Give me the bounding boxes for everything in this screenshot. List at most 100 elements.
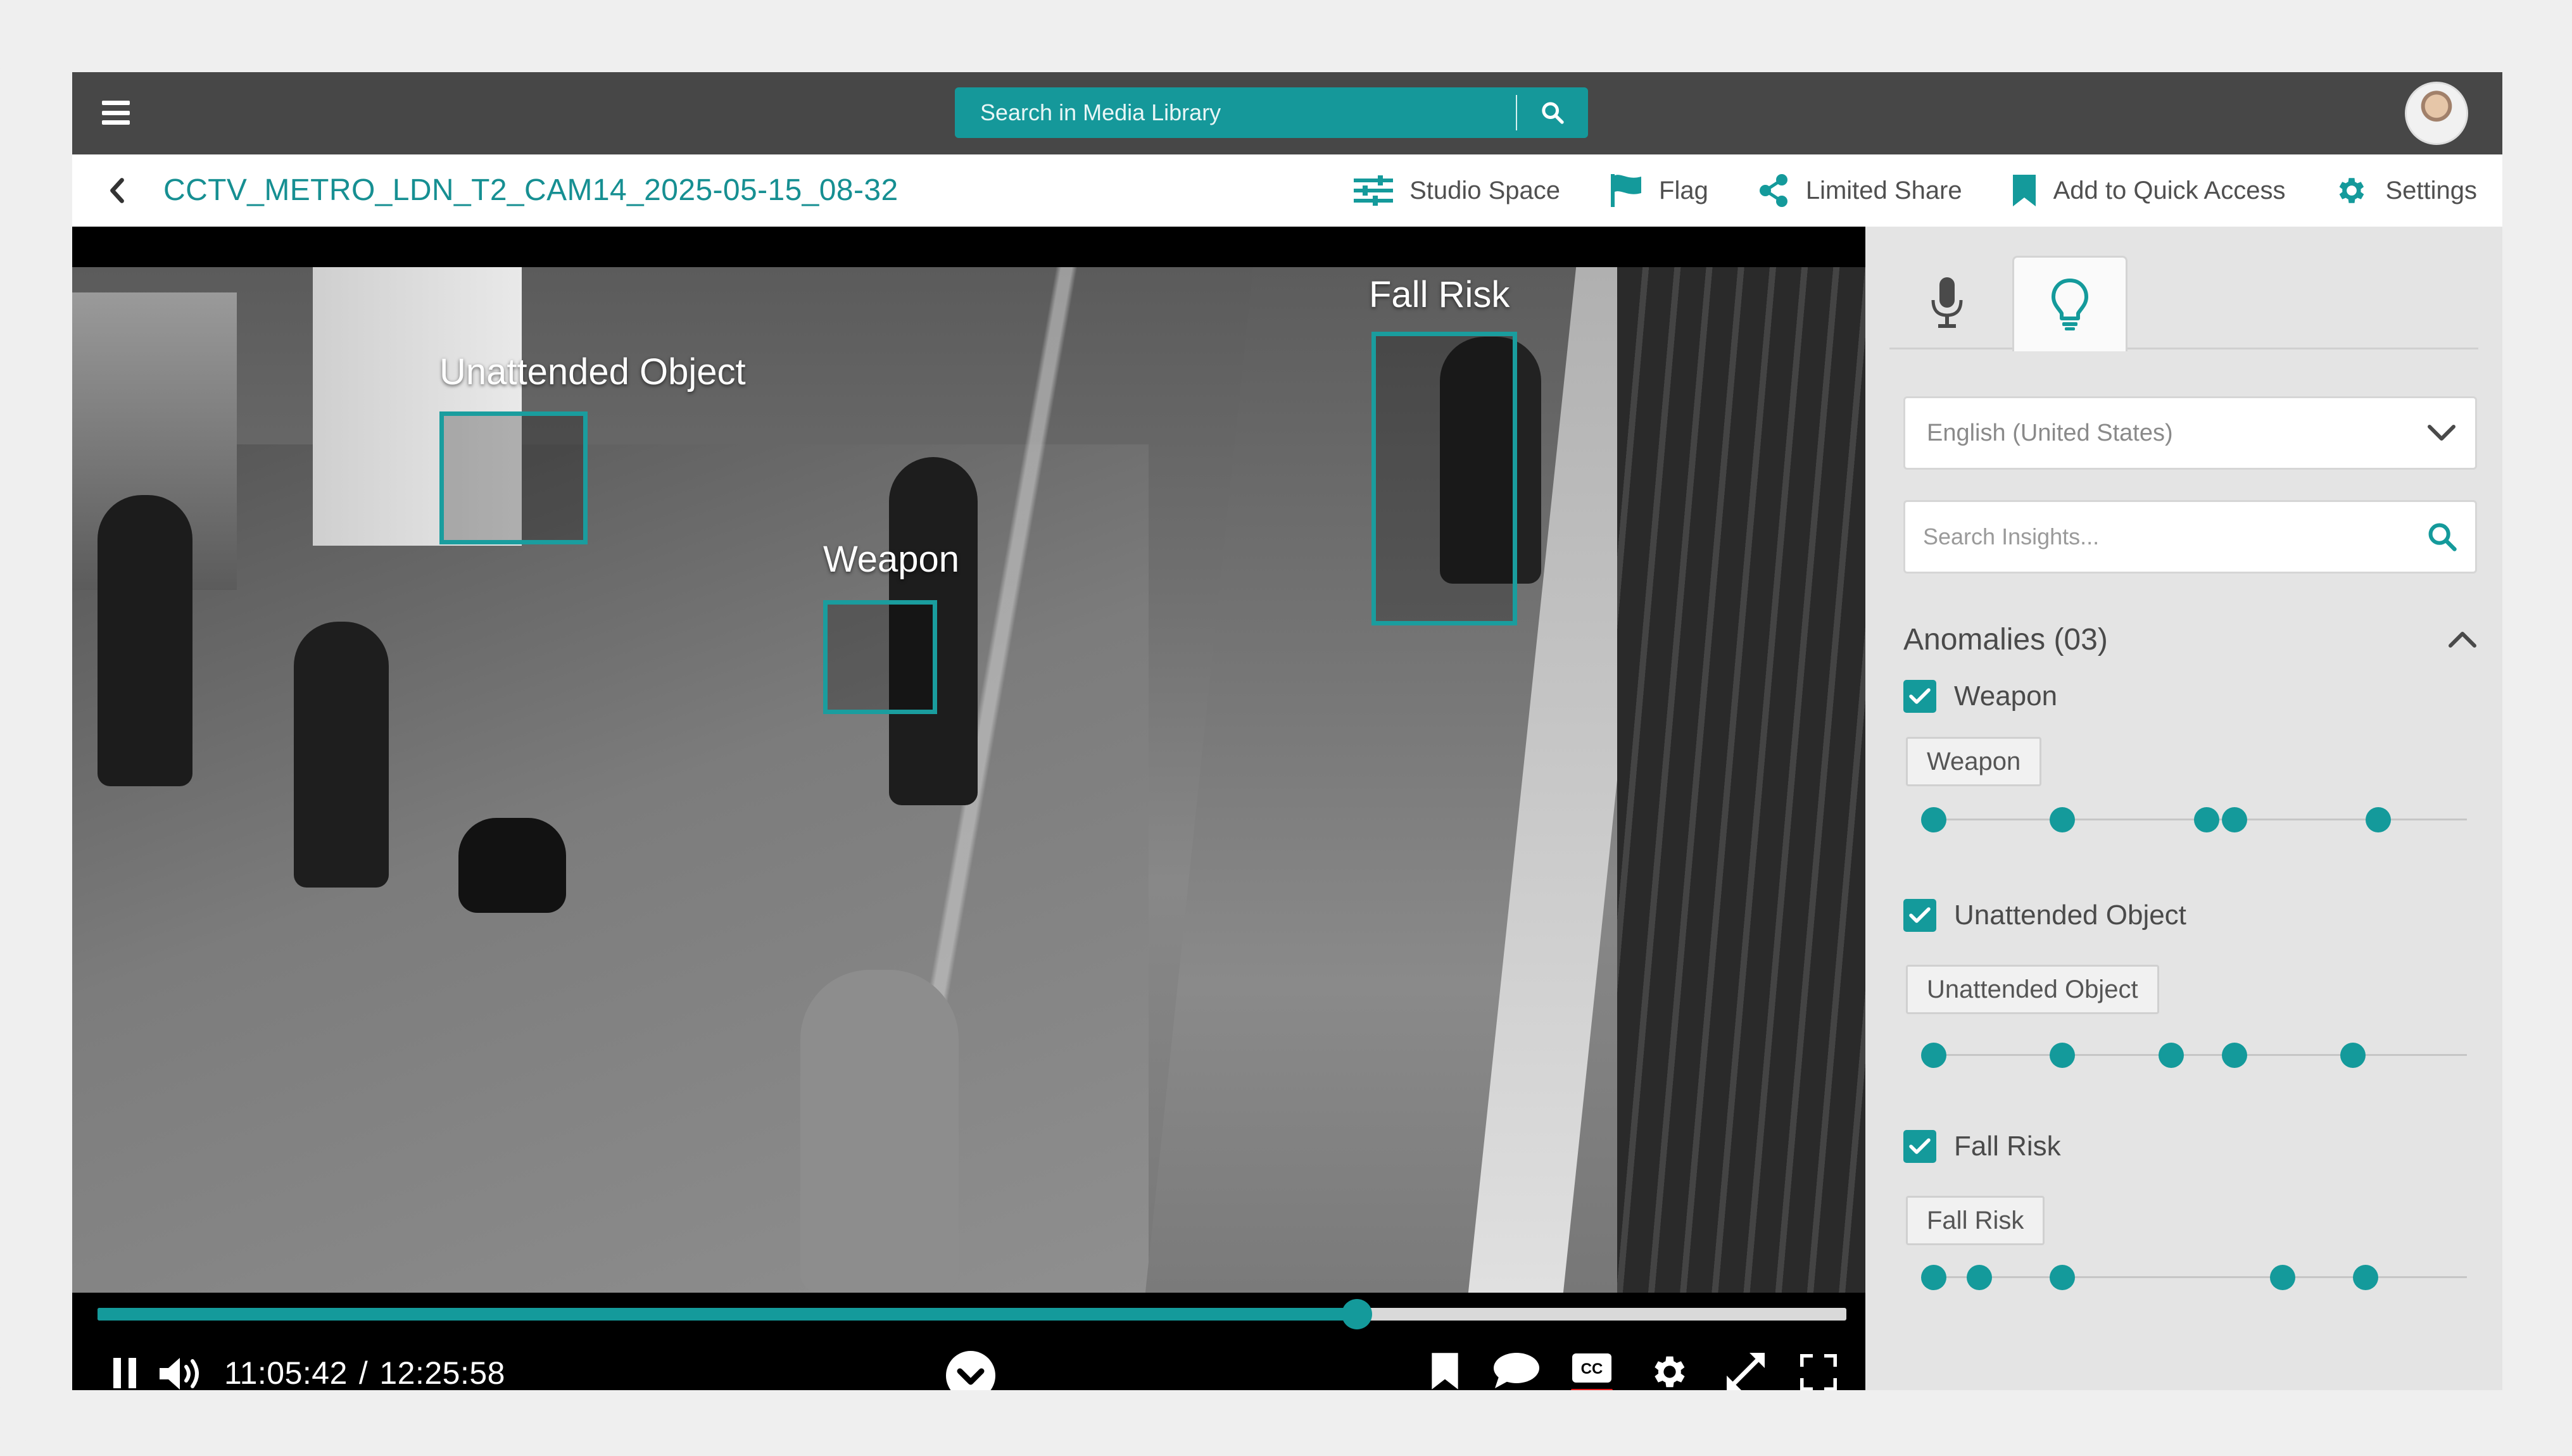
weapon-name: Weapon [1954,681,2058,712]
comment-icon [1494,1353,1539,1388]
pause-icon [113,1358,136,1388]
person-2 [98,495,192,786]
anomaly-category-unattended: Unattended Object Unattended Object [1903,896,2477,1074]
detection-label-unattended: Unattended Object [439,351,746,392]
timeline-marker[interactable] [2194,807,2220,832]
insights-panel: English (United States) Anomalies (03) [1865,227,2502,1390]
language-select[interactable]: English (United States) [1903,396,2477,470]
timeline-marker[interactable] [2222,807,2248,832]
flag-icon [1611,174,1642,207]
fall-risk-checkbox[interactable] [1903,1130,1936,1163]
timeline-marker[interactable] [2050,1265,2076,1290]
weapon-timeline[interactable] [1903,806,2477,832]
unattended-chip[interactable]: Unattended Object [1906,965,2159,1014]
checkmark-icon [1909,1138,1931,1154]
detection-box-weapon[interactable] [823,600,937,714]
svg-text:CC: CC [1581,1360,1603,1378]
timeline-marker[interactable] [2352,1265,2378,1290]
timeline-marker[interactable] [2270,1265,2296,1290]
title-actions: Studio Space Flag Limited Share Add to Q… [1354,154,2477,227]
timeline-line [1922,1054,2467,1056]
anomalies-header[interactable]: Anomalies (03) [1903,615,2477,663]
chevron-up-icon[interactable] [2448,630,2477,649]
timeline-marker[interactable] [2050,807,2076,832]
weapon-chip[interactable]: Weapon [1906,737,2042,786]
settings-button[interactable]: Settings [2335,173,2477,208]
lightbulb-icon [2052,279,2088,330]
media-search-input[interactable] [955,87,1516,138]
seek-progress [98,1308,1357,1321]
video-player[interactable]: Unattended Object Weapon Fall Risk 11:05… [72,227,1865,1390]
fall-risk-chip[interactable]: Fall Risk [1906,1196,2045,1245]
timeline-marker[interactable] [2159,1043,2184,1068]
timeline-marker[interactable] [2050,1043,2076,1068]
search-button[interactable] [1517,87,1588,138]
detection-box-fall-risk[interactable] [1371,332,1517,625]
fullscreen-button[interactable] [1792,1346,1845,1390]
tab-insights[interactable] [2012,256,2128,351]
panel-tabs [1889,256,2478,351]
captions-active-indicator [1571,1388,1613,1390]
detection-box-unattended[interactable] [439,411,588,544]
fall-risk-name: Fall Risk [1954,1131,2061,1162]
bookmark-icon [2012,175,2036,206]
timeline-marker[interactable] [1921,1043,1946,1068]
studio-space-label: Studio Space [1409,176,1561,204]
tab-transcript[interactable] [1889,256,2005,349]
media-search [955,87,1588,138]
gear-icon [2340,178,2364,203]
time-display: 11:05:42 / 12:25:58 [224,1355,505,1390]
search-icon [1542,102,1564,124]
unattended-timeline[interactable] [1903,1042,2477,1068]
studio-space-button[interactable]: Studio Space [1354,175,1560,206]
timeline-line [1922,1276,2467,1278]
collapse-button[interactable] [943,1348,998,1390]
timeline-marker[interactable] [1921,1265,1946,1290]
anomaly-category-weapon: Weapon Weapon [1903,677,2477,842]
volume-icon [160,1358,199,1390]
timeline-marker[interactable] [2222,1043,2248,1068]
person-1 [294,622,389,888]
search-icon[interactable] [2426,520,2459,553]
settings-label: Settings [2385,176,2477,204]
expand-button[interactable] [1717,1343,1774,1390]
back-button[interactable] [98,171,137,210]
top-bar [72,72,2502,154]
current-time: 11:05:42 [224,1355,348,1390]
bookmark-button[interactable] [1420,1346,1470,1390]
limited-share-label: Limited Share [1805,176,1962,204]
hamburger-icon[interactable] [102,101,130,125]
insights-search [1903,500,2477,574]
fullscreen-icon [1800,1354,1837,1390]
limited-share-button[interactable]: Limited Share [1758,173,1962,208]
volume-button[interactable] [153,1350,210,1390]
timeline-marker[interactable] [1967,1265,1992,1290]
flag-button[interactable]: Flag [1610,173,1708,208]
comments-button[interactable] [1487,1346,1546,1390]
unattended-checkbox[interactable] [1903,899,1936,932]
device-frame: CCTV_METRO_LDN_T2_CAM14_2025-05-15_08-32… [0,0,2572,1456]
captions-button[interactable]: CC [1563,1343,1621,1390]
anomalies-title: Anomalies (03) [1903,622,2108,656]
timeline-marker[interactable] [1921,807,1946,832]
tracks [1617,267,1865,1293]
chevron-down-icon [2428,425,2455,441]
seek-bar[interactable] [98,1299,1846,1329]
gear-icon [1655,1356,1685,1388]
chevron-down-circle-icon [946,1351,995,1390]
seek-handle[interactable] [1341,1299,1372,1329]
chevron-left-icon [110,178,124,203]
quick-access-button[interactable]: Add to Quick Access [2012,173,2285,208]
fall-risk-timeline[interactable] [1903,1264,2477,1290]
insights-search-input[interactable] [1923,524,2426,550]
weapon-checkbox[interactable] [1903,680,1936,713]
detection-label-fall-risk: Fall Risk [1369,274,1510,315]
timeline-marker[interactable] [2365,807,2391,832]
pause-button[interactable] [100,1351,151,1390]
title-bar: CCTV_METRO_LDN_T2_CAM14_2025-05-15_08-32… [72,154,2502,227]
timeline-marker[interactable] [2340,1043,2366,1068]
player-settings-button[interactable] [1641,1343,1698,1390]
anomaly-category-fall-risk: Fall Risk Fall Risk [1903,1127,2477,1305]
user-avatar[interactable] [2405,82,2468,145]
bag [458,818,566,913]
